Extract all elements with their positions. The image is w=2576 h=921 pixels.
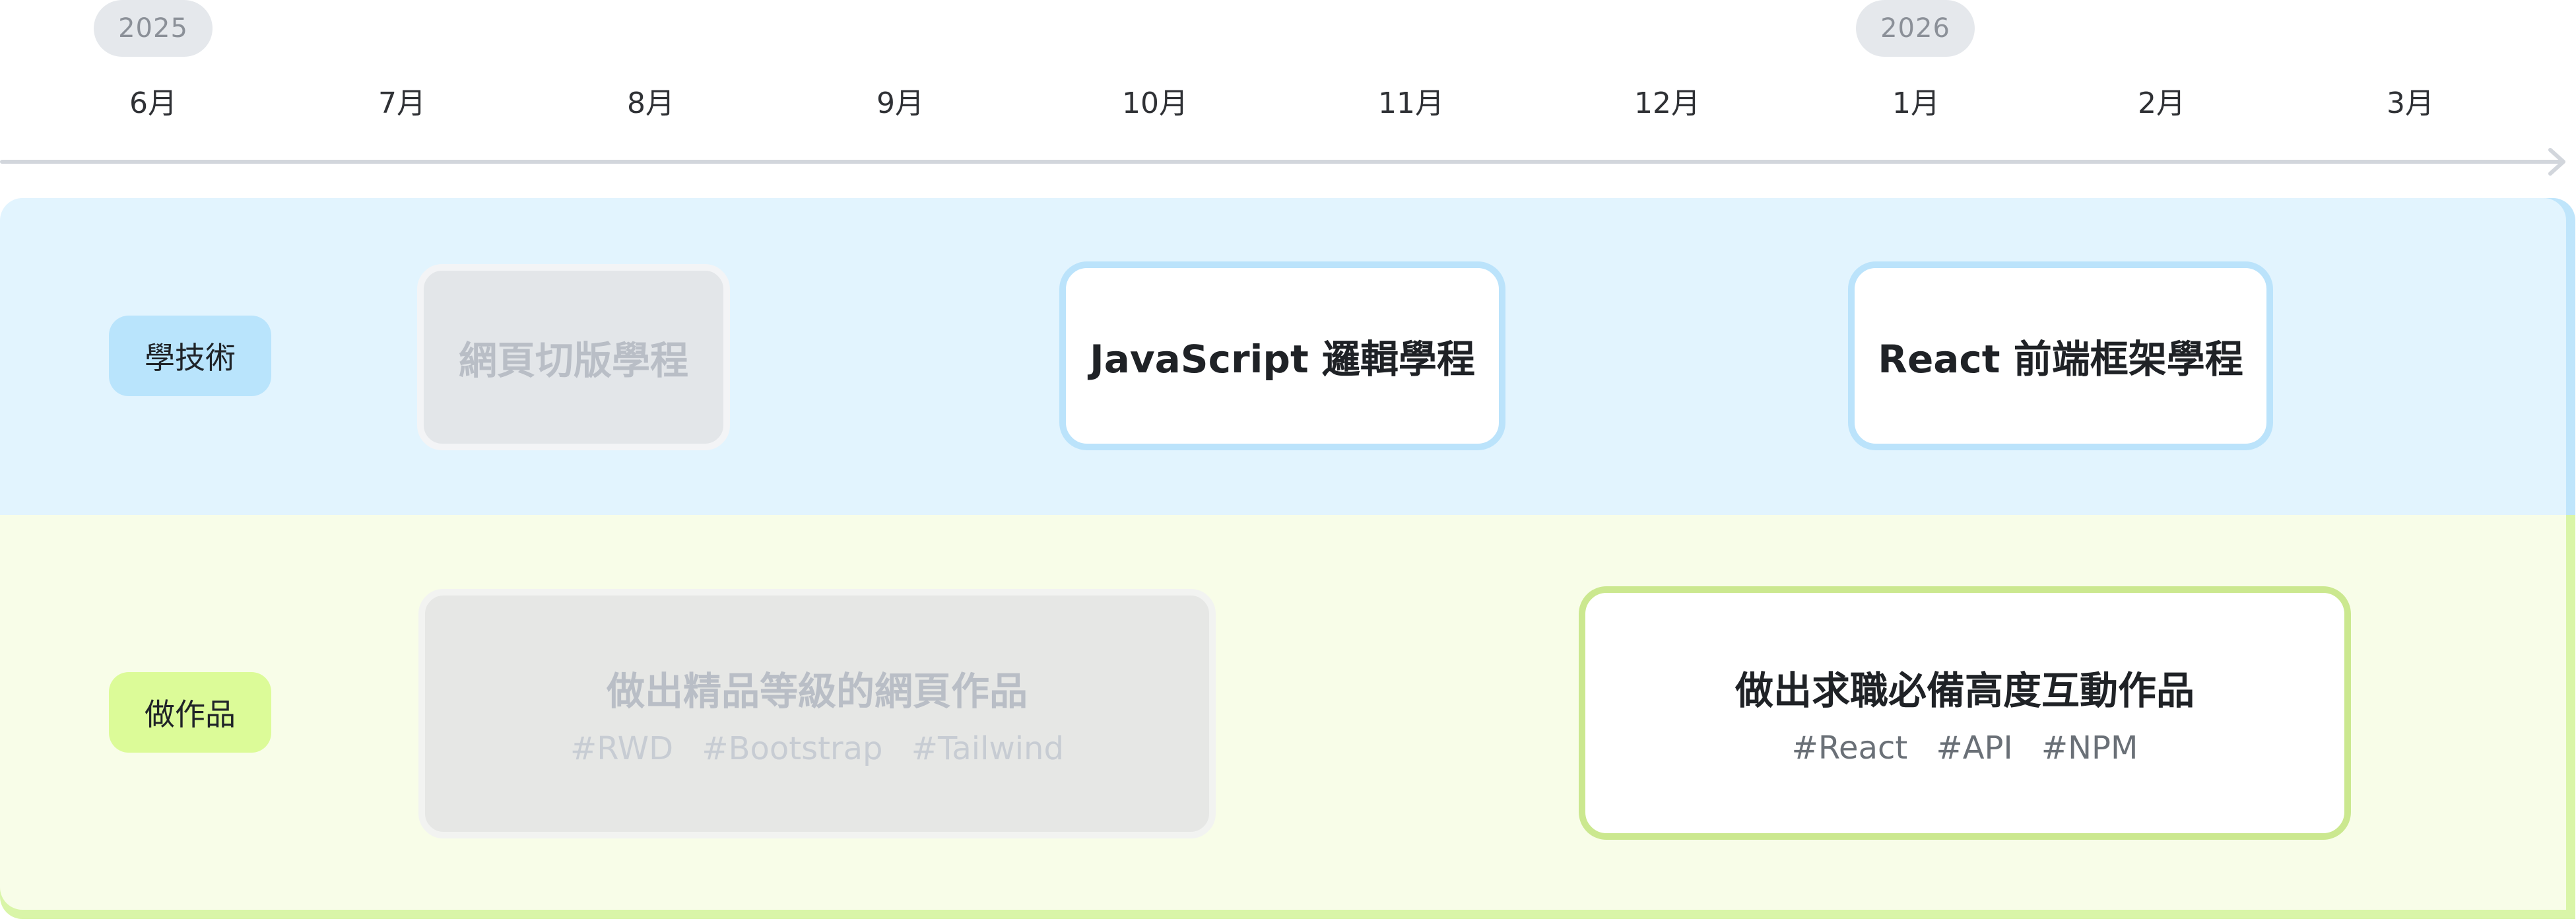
month-label: 6月 <box>129 86 177 120</box>
course-card-javascript[interactable]: JavaScript 邏輯學程 <box>1059 261 1505 450</box>
tag: #RWD <box>570 730 674 767</box>
month-label: 9月 <box>876 86 924 120</box>
tag-list: #React #API #NPM <box>1783 730 2148 767</box>
lane-label-works: 做作品 <box>109 672 271 753</box>
year-badge-2026: 2026 <box>1856 0 1975 57</box>
project-card-web[interactable]: 做出精品等級的網頁作品 #RWD #Bootstrap #Tailwind <box>418 589 1216 838</box>
course-card-react[interactable]: React 前端框架學程 <box>1848 261 2273 450</box>
tag: #API <box>1936 730 2013 767</box>
month-label: 11月 <box>1378 86 1444 120</box>
tag: #NPM <box>2041 730 2138 767</box>
course-title: JavaScript 邏輯學程 <box>1090 337 1475 382</box>
tag: #Bootstrap <box>702 730 883 767</box>
project-card-interactive[interactable]: 做出求職必備高度互動作品 #React #API #NPM <box>1579 586 2351 840</box>
month-label: 3月 <box>2387 86 2434 120</box>
course-title: 網頁切版學程 <box>458 338 688 383</box>
timeline-axis-line <box>0 160 2564 164</box>
tag: #React <box>1791 730 1908 767</box>
arrow-right-icon <box>2548 148 2565 176</box>
lane-label-tech: 學技術 <box>109 316 271 396</box>
year-badge-2025: 2025 <box>94 0 213 57</box>
month-label: 8月 <box>627 86 675 120</box>
month-label: 12月 <box>1634 86 1700 120</box>
project-title: 做出求職必備高度互動作品 <box>1734 668 2195 713</box>
tag-list: #RWD #Bootstrap #Tailwind <box>561 730 1073 767</box>
course-card-html-css[interactable]: 網頁切版學程 <box>417 264 730 450</box>
month-label: 10月 <box>1122 86 1188 120</box>
month-label: 7月 <box>378 86 426 120</box>
project-title: 做出精品等級的網頁作品 <box>606 669 1028 714</box>
month-label: 1月 <box>1892 86 1940 120</box>
tag: #Tailwind <box>911 730 1064 767</box>
month-label: 2月 <box>2138 86 2185 120</box>
course-title: React 前端框架學程 <box>1878 337 2243 382</box>
